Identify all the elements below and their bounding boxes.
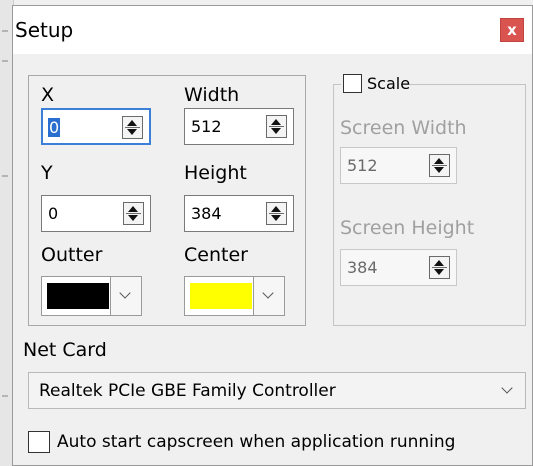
- spin-down-icon[interactable]: [434, 269, 444, 275]
- screen-height-spinbox[interactable]: 384: [340, 249, 457, 286]
- spin-up-icon[interactable]: [271, 206, 281, 212]
- scale-checkbox[interactable]: [343, 74, 362, 93]
- spin-down-icon[interactable]: [271, 128, 281, 134]
- dialog-body: X 0 Width 512 Y 0 Height 384 Outter Cent…: [13, 54, 532, 465]
- spin-down-icon[interactable]: [271, 215, 281, 221]
- net-card-label: Net Card: [23, 339, 107, 361]
- width-value[interactable]: 512: [191, 117, 222, 136]
- chevron-down-icon: [262, 287, 274, 299]
- screen-width-value[interactable]: 512: [347, 156, 378, 175]
- screen-width-label: Screen Width: [340, 117, 467, 139]
- y-value[interactable]: 0: [48, 204, 58, 223]
- autostart-checkbox[interactable]: [28, 431, 50, 453]
- outter-color-picker[interactable]: [41, 276, 142, 316]
- close-icon: x: [507, 21, 517, 39]
- spin-down-icon[interactable]: [434, 167, 444, 173]
- screen-width-spinbox[interactable]: 512: [340, 147, 457, 184]
- net-card-selected: Realtek PCIe GBE Family Controller: [39, 381, 336, 401]
- height-spinbox[interactable]: 384: [184, 195, 294, 232]
- y-label: Y: [41, 162, 53, 184]
- scale-header: Scale: [341, 74, 410, 98]
- center-dropdown-button[interactable]: [253, 277, 284, 315]
- width-label: Width: [184, 84, 240, 106]
- spin-up-icon[interactable]: [434, 260, 444, 266]
- outter-dropdown-button[interactable]: [110, 277, 141, 315]
- spin-down-icon[interactable]: [128, 215, 138, 221]
- spin-up-icon[interactable]: [434, 158, 444, 164]
- center-color-swatch[interactable]: [190, 283, 252, 309]
- outter-label: Outter: [41, 244, 103, 266]
- x-value[interactable]: 0: [48, 118, 61, 137]
- screen-height-spin-buttons[interactable]: [429, 256, 450, 279]
- setup-dialog: Setup x X 0 Width 512 Y 0 Height 384 Out…: [12, 5, 533, 466]
- height-label: Height: [184, 162, 247, 184]
- net-card-select[interactable]: Realtek PCIe GBE Family Controller: [28, 372, 526, 409]
- window-title: Setup: [15, 18, 74, 42]
- close-button[interactable]: x: [500, 18, 524, 42]
- outter-color-swatch[interactable]: [47, 283, 109, 309]
- screen-height-label: Screen Height: [340, 217, 475, 239]
- spin-up-icon[interactable]: [128, 206, 138, 212]
- width-spinbox[interactable]: 512: [184, 108, 294, 145]
- title-bar: Setup x: [13, 6, 532, 54]
- spin-down-icon[interactable]: [127, 129, 137, 135]
- screen-height-value[interactable]: 384: [347, 258, 378, 277]
- x-label: X: [41, 84, 55, 106]
- center-label: Center: [184, 244, 248, 266]
- spin-up-icon[interactable]: [127, 120, 137, 126]
- autostart-label[interactable]: Auto start capscreen when application ru…: [57, 432, 455, 452]
- x-spin-buttons[interactable]: [122, 116, 143, 139]
- screen-width-spin-buttons[interactable]: [429, 154, 450, 177]
- x-spinbox[interactable]: 0: [41, 108, 151, 145]
- center-color-picker[interactable]: [184, 276, 285, 316]
- y-spin-buttons[interactable]: [123, 202, 144, 225]
- y-spinbox[interactable]: 0: [41, 195, 151, 232]
- spin-up-icon[interactable]: [271, 119, 281, 125]
- height-value[interactable]: 384: [191, 204, 222, 223]
- width-spin-buttons[interactable]: [266, 115, 287, 138]
- scale-label: Scale: [367, 74, 411, 93]
- chevron-down-icon: [501, 382, 513, 394]
- chevron-down-icon: [119, 287, 131, 299]
- height-spin-buttons[interactable]: [266, 202, 287, 225]
